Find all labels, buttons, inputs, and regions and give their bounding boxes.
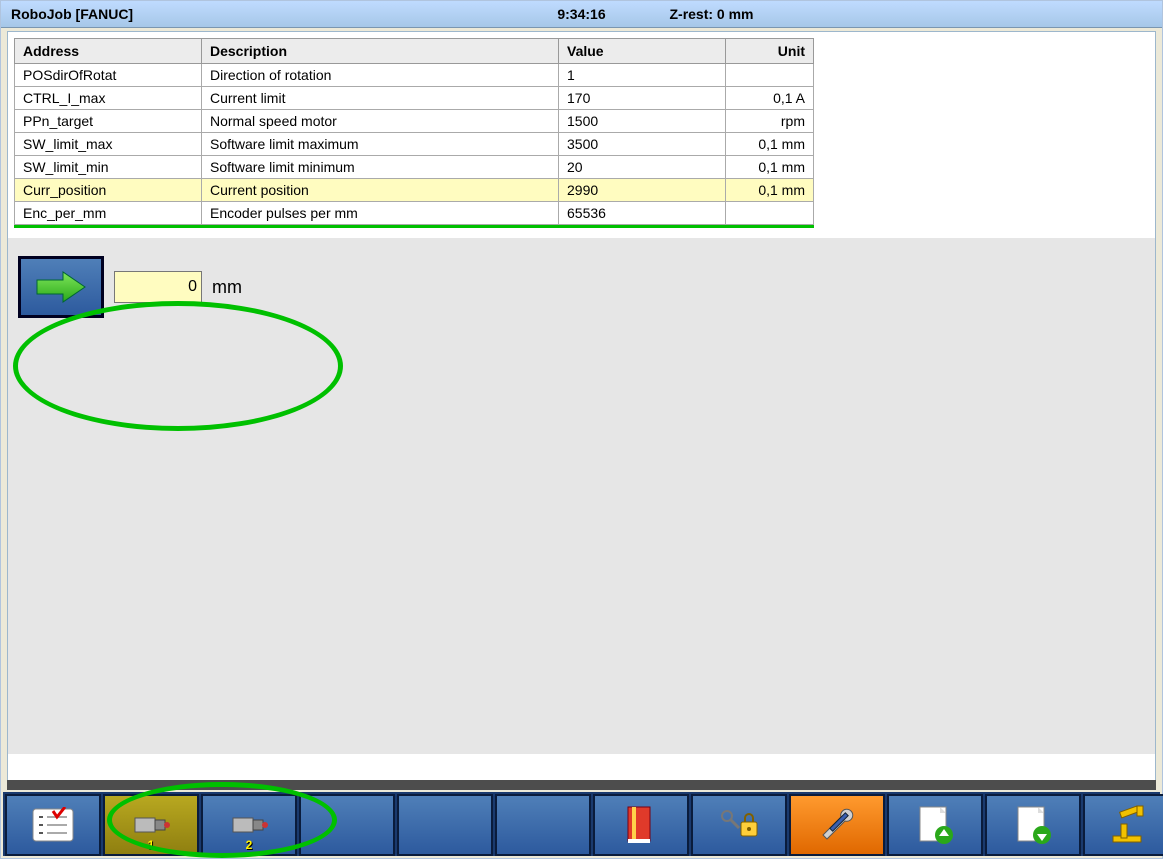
col-unit: Unit [726,39,814,64]
highlight-underline [14,225,814,228]
btn-servo-1[interactable]: 1 [103,794,199,856]
btn-tools[interactable] [789,794,885,856]
lower-panel: mm [8,238,1155,754]
title-bar: RoboJob [FANUC] 9:34:16 Z-rest: 0 mm [1,1,1162,28]
arrow-right-icon [35,270,87,304]
checklist-icon [31,807,75,843]
cell-addr: POSdirOfRotat [15,64,202,87]
cell-addr: SW_limit_max [15,133,202,156]
cell-addr: Enc_per_mm [15,202,202,225]
cell-val: 170 [559,87,726,110]
cell-val: 65536 [559,202,726,225]
cell-addr: SW_limit_min [15,156,202,179]
table-row[interactable]: SW_limit_minSoftware limit minimum200,1 … [15,156,814,179]
parameter-table: Address Description Value Unit POSdirOfR… [14,38,814,225]
col-value: Value [559,39,726,64]
cell-unit: 0,1 mm [726,133,814,156]
cell-val: 3500 [559,133,726,156]
separator-bar [7,780,1156,790]
move-unit-label: mm [212,277,242,298]
col-address: Address [15,39,202,64]
clock: 9:34:16 [1,6,1162,22]
cell-desc: Direction of rotation [202,64,559,87]
table-row[interactable]: Curr_positionCurrent position29900,1 mm [15,179,814,202]
btn-empty-2[interactable] [397,794,493,856]
main-content: Address Description Value Unit POSdirOfR… [7,31,1156,786]
table-row[interactable]: CTRL_I_maxCurrent limit1700,1 A [15,87,814,110]
servo-2-label: 2 [246,838,253,852]
bottom-toolbar: 1 2 [3,792,1160,856]
app-title: RoboJob [FANUC] [5,6,133,22]
move-distance-input[interactable] [114,271,202,303]
btn-empty-1[interactable] [299,794,395,856]
cell-unit: 0,1 mm [726,156,814,179]
servo-1-label: 1 [148,838,155,852]
btn-manual[interactable] [593,794,689,856]
app-window: RoboJob [FANUC] 9:34:16 Z-rest: 0 mm Add… [0,0,1163,859]
book-icon [624,805,658,845]
page-upload-icon [916,805,954,845]
table-row[interactable]: POSdirOfRotatDirection of rotation1 [15,64,814,87]
cell-addr: PPn_target [15,110,202,133]
btn-robot[interactable] [1083,794,1163,856]
wrench-screwdriver-icon [817,805,857,845]
btn-download[interactable] [985,794,1081,856]
table-row[interactable]: PPn_targetNormal speed motor1500rpm [15,110,814,133]
btn-empty-3[interactable] [495,794,591,856]
keys-lock-icon [717,806,761,844]
cell-val: 20 [559,156,726,179]
servo-icon [131,810,171,840]
col-description: Description [202,39,559,64]
btn-upload[interactable] [887,794,983,856]
cell-unit [726,202,814,225]
cell-unit: rpm [726,110,814,133]
cell-addr: Curr_position [15,179,202,202]
cell-desc: Software limit minimum [202,156,559,179]
parameter-table-wrap: Address Description Value Unit POSdirOfR… [8,32,1155,225]
cell-desc: Encoder pulses per mm [202,202,559,225]
btn-security[interactable] [691,794,787,856]
table-row[interactable]: Enc_per_mmEncoder pulses per mm65536 [15,202,814,225]
z-rest-status: Z-rest: 0 mm [1,6,1162,22]
cell-val: 1 [559,64,726,87]
cell-val: 2990 [559,179,726,202]
cell-desc: Normal speed motor [202,110,559,133]
go-button[interactable] [18,256,104,318]
cell-desc: Software limit maximum [202,133,559,156]
table-row[interactable]: SW_limit_maxSoftware limit maximum35000,… [15,133,814,156]
servo-icon [229,810,269,840]
btn-servo-2[interactable]: 2 [201,794,297,856]
page-download-icon [1014,805,1052,845]
cell-unit: 0,1 A [726,87,814,110]
cell-unit [726,64,814,87]
cell-addr: CTRL_I_max [15,87,202,110]
cell-desc: Current limit [202,87,559,110]
cell-val: 1500 [559,110,726,133]
cell-unit: 0,1 mm [726,179,814,202]
move-control-row: mm [18,256,1145,318]
btn-checklist[interactable] [5,794,101,856]
robot-arm-icon [1109,804,1153,846]
cell-desc: Current position [202,179,559,202]
